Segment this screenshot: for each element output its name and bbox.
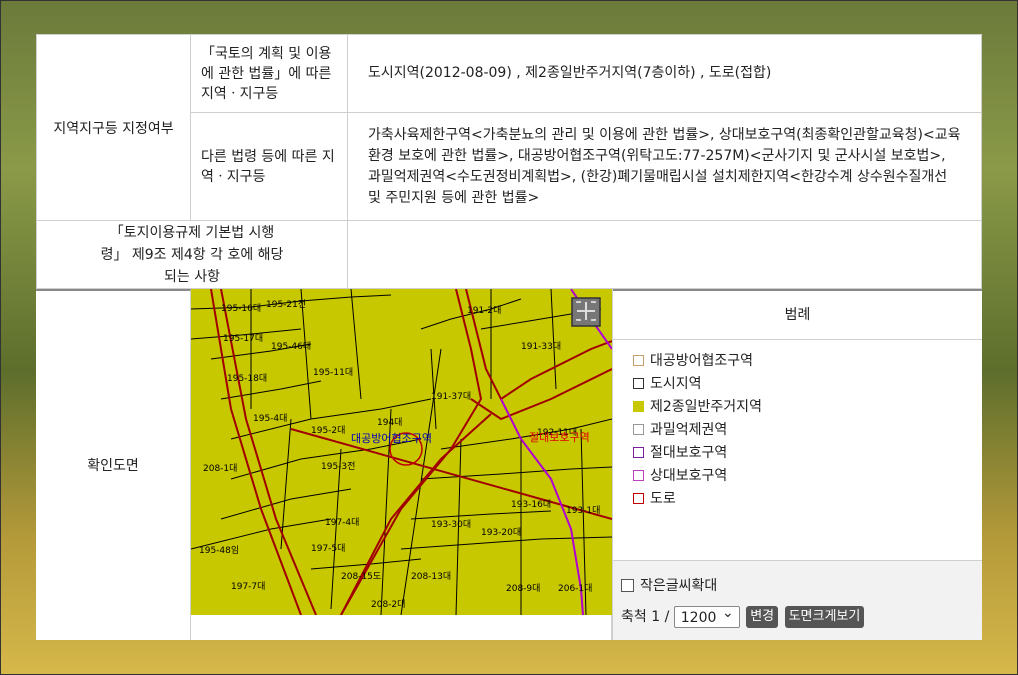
parcel-label: 197-4대 (325, 517, 359, 528)
parcel-label: 195-11대 (313, 367, 353, 378)
parcel-label: 195-21전 (266, 299, 306, 310)
map-expand-icon[interactable] (571, 297, 601, 327)
zone-label-absolute-protection: 절대보호구역 (529, 431, 590, 444)
legend-item: 과밀억제권역 (633, 419, 982, 442)
legend-swatch (633, 400, 644, 412)
legend-swatch (633, 469, 644, 481)
zoning-table: 지역지구등 지정여부 「국토의 계획 및 이용에 관한 법률」에 따른 지역ㆍ지… (36, 34, 982, 289)
parcel-label: 191-33대 (521, 341, 561, 352)
map-section-header: 확인도면 (36, 289, 191, 640)
parcel-label: 208-15도 (341, 572, 381, 582)
zone-label-air-defense: 대공방어협조구역 (351, 432, 432, 445)
legend-label: 과밀억제권역 (650, 422, 728, 438)
decree-row: 「토지이용규제 기본법 시행령」 제9조 제4항 각 호에 해당되는 사항 (36, 220, 982, 289)
land-use-panel: 지역지구등 지정여부 「국토의 계획 및 이용에 관한 법률」에 따른 지역ㆍ지… (36, 34, 982, 640)
legend-item: 절대보호구역 (633, 442, 982, 465)
parcel-label: 208-13대 (411, 571, 451, 582)
other-law-value: 가축사육제한구역<가축분뇨의 관리 및 이용에 관한 법률>, 상대보호구역(최… (347, 112, 982, 221)
small-text-label: 작은글씨확대 (640, 578, 718, 594)
parcel-label: 195-2대 (311, 425, 345, 436)
legend-label: 제2종일반주거지역 (650, 399, 762, 415)
legend-label: 도로 (650, 491, 676, 507)
parcel-label: 195-16대 (221, 303, 261, 314)
scale-label: 축척 1 / (621, 609, 670, 625)
map-footer-space (191, 615, 612, 640)
legend-item: 도시지역 (633, 373, 982, 396)
parcel-label: 195-18대 (227, 373, 267, 384)
legend-list: 대공방어협조구역 도시지역 제2종일반주거지역 과밀억제권역 절대보호구역 상대… (613, 340, 982, 511)
land-map[interactable]: 195-16대 195-21전 195-17대 195-46대 195-18대 … (191, 289, 612, 615)
decree-value (347, 220, 982, 289)
legend-label: 대공방어협조구역 (650, 353, 754, 369)
zoning-row-national: 지역지구등 지정여부 「국토의 계획 및 이용에 관한 법률」에 따른 지역ㆍ지… (36, 34, 982, 221)
legend-swatch (633, 423, 644, 435)
parcel-label: 206-1대 (558, 583, 592, 594)
change-scale-button[interactable]: 변경 (746, 606, 779, 628)
parcel-label: 193-20대 (481, 527, 521, 538)
legend-panel: 범례 대공방어협조구역 도시지역 제2종일반주거지역 과밀억제권역 절대보호구역… (612, 289, 982, 640)
legend-label: 도시지역 (650, 376, 702, 392)
parcel-label: 197-7대 (231, 581, 265, 592)
parcel-label: 195-46대 (271, 341, 311, 352)
legend-label: 절대보호구역 (650, 445, 728, 461)
legend-item: 도로 (633, 488, 982, 511)
decree-label: 「토지이용규제 기본법 시행령」 제9조 제4항 각 호에 해당되는 사항 (36, 220, 348, 289)
parcel-label: 195-17대 (223, 333, 263, 344)
legend-swatch (633, 354, 644, 366)
map-controls: 작은글씨확대 축척 1 / 1200 변경 도면크게보기 (613, 560, 982, 640)
small-text-toggle[interactable]: 작은글씨확대 (621, 575, 974, 597)
large-map-view-button[interactable]: 도면크게보기 (784, 606, 865, 628)
parcel-label: 208-2대 (371, 599, 405, 610)
other-law-label: 다른 법령 등에 따른 지역ㆍ지구등 (190, 112, 348, 221)
parcel-label: 195-3전 (321, 461, 355, 472)
legend-label: 상대보호구역 (650, 468, 728, 484)
legend-item: 상대보호구역 (633, 465, 982, 488)
legend-title: 범례 (613, 289, 982, 340)
scale-row: 축척 1 / 1200 변경 도면크게보기 (621, 602, 974, 629)
scale-select[interactable]: 1200 (673, 602, 740, 628)
legend-swatch (633, 377, 644, 389)
parcel-label: 208-9대 (506, 583, 540, 594)
land-map-svg: 195-16대 195-21전 195-17대 195-46대 195-18대 … (191, 289, 612, 615)
parcel-label: 195-4대 (253, 413, 287, 424)
zoning-row-header: 지역지구등 지정여부 (36, 34, 191, 221)
parcel-label: 194대 (377, 417, 402, 428)
legend-item: 제2종일반주거지역 (633, 396, 982, 419)
parcel-label: 197-5대 (311, 543, 345, 554)
parcel-label: 191-37대 (431, 391, 471, 402)
parcel-label: 193-30대 (431, 519, 471, 530)
parcel-label: 193-16대 (511, 499, 551, 510)
national-law-value: 도시지역(2012-08-09) , 제2종일반주거지역(7층이하) , 도로(… (347, 34, 982, 113)
parcel-label: 195-48임 (199, 544, 239, 556)
parcel-label: 191-2대 (467, 305, 501, 316)
map-section: 확인도면 195-16대 195-21전 195-17대 195-46대 195… (36, 289, 982, 640)
parcel-label: 193-1대 (566, 505, 600, 516)
national-law-label: 「국토의 계획 및 이용에 관한 법률」에 따른 지역ㆍ지구등 (190, 34, 348, 113)
legend-swatch (633, 446, 644, 458)
legend-swatch (633, 492, 644, 504)
parcel-label: 208-1대 (203, 463, 237, 474)
legend-item: 대공방어협조구역 (633, 350, 982, 373)
small-text-checkbox[interactable] (621, 578, 634, 592)
